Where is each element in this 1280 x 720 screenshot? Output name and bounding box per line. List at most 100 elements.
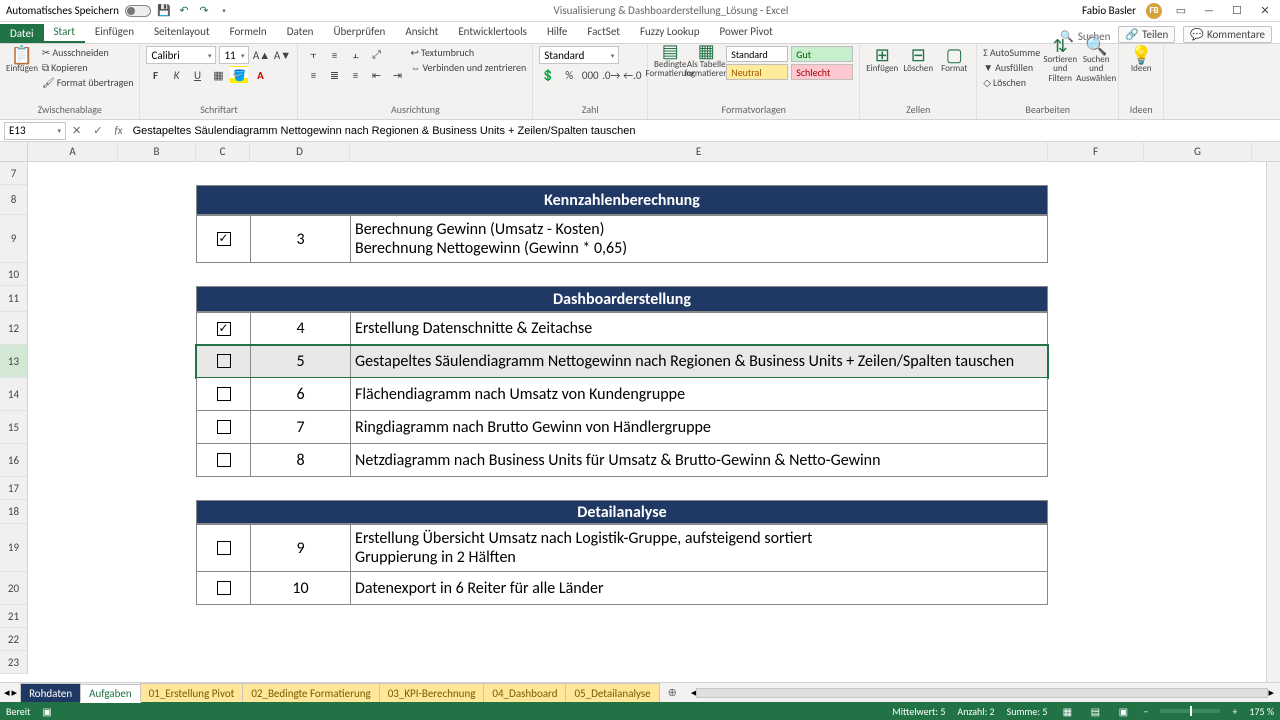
- font-size-select[interactable]: 11▾: [219, 46, 249, 64]
- tab-factset[interactable]: FactSet: [577, 22, 630, 43]
- merge-center-button[interactable]: ⇔Verbinden und zentrieren: [410, 61, 526, 74]
- row-header-18[interactable]: 18: [0, 500, 27, 524]
- tab-ansicht[interactable]: Ansicht: [395, 22, 448, 43]
- task-row[interactable]: 6Flächendiagramm nach Umsatz von Kundeng…: [196, 378, 1048, 411]
- task-row[interactable]: 9Erstellung Übersicht Umsatz nach Logist…: [196, 524, 1048, 572]
- checkbox[interactable]: ✓: [217, 322, 231, 336]
- percent-button[interactable]: %: [560, 66, 578, 84]
- ribbon-display-options-icon[interactable]: ▭: [1172, 4, 1190, 18]
- share-button[interactable]: 🔗Teilen: [1118, 26, 1175, 43]
- zoom-out-button[interactable]: −: [1143, 705, 1148, 718]
- horizontal-scrollbar[interactable]: ◂▸: [685, 683, 1280, 702]
- row-header-17[interactable]: 17: [0, 477, 27, 500]
- cut-button[interactable]: ✂Ausschneiden: [42, 46, 133, 59]
- redo-icon[interactable]: ↷: [197, 4, 211, 18]
- close-icon[interactable]: ✕: [1256, 4, 1274, 18]
- macro-record-icon[interactable]: ▣: [42, 705, 51, 718]
- formula-input[interactable]: [129, 122, 1280, 140]
- name-box[interactable]: E13▾: [4, 122, 66, 140]
- row-header-20[interactable]: 20: [0, 572, 27, 605]
- currency-button[interactable]: 💲: [539, 66, 557, 84]
- worksheet-grid[interactable]: 7891011121314151617181920212223 ABCDEFG …: [0, 142, 1280, 682]
- qat-customize-icon[interactable]: ▾: [217, 4, 231, 18]
- row-header-10[interactable]: 10: [0, 263, 27, 286]
- cell-style-schlecht[interactable]: Schlecht: [791, 64, 853, 80]
- format-painter-button[interactable]: 🖌Format übertragen: [42, 76, 133, 89]
- maximize-icon[interactable]: ☐: [1228, 4, 1246, 18]
- normal-view-icon[interactable]: ▦: [1059, 704, 1075, 718]
- zoom-in-button[interactable]: +: [1232, 705, 1237, 718]
- new-sheet-button[interactable]: ⊕: [660, 683, 685, 702]
- orientation-icon[interactable]: ⤢: [367, 46, 385, 64]
- increase-decimal-icon[interactable]: .0→: [602, 66, 620, 84]
- find-select-button[interactable]: 🔍Suchen und Auswählen: [1080, 46, 1112, 74]
- task-row[interactable]: 5Gestapeltes Säulendiagramm Nettogewinn …: [196, 345, 1048, 378]
- decrease-decimal-icon[interactable]: ←.0: [623, 66, 641, 84]
- column-header-E[interactable]: E: [350, 142, 1048, 161]
- tab-hilfe[interactable]: Hilfe: [537, 22, 577, 43]
- row-header-8[interactable]: 8: [0, 185, 27, 215]
- fill-color-button[interactable]: 🪣: [230, 66, 248, 84]
- enter-formula-icon[interactable]: ✓: [87, 124, 108, 137]
- tab-entwicklertools[interactable]: Entwicklertools: [448, 22, 537, 43]
- zoom-level[interactable]: 175 %: [1249, 705, 1274, 718]
- column-header-F[interactable]: F: [1048, 142, 1144, 161]
- indent-decrease-icon[interactable]: ⇤: [367, 66, 385, 84]
- page-layout-view-icon[interactable]: ▤: [1087, 704, 1103, 718]
- comments-button[interactable]: 💬Kommentare: [1183, 26, 1272, 43]
- tab-daten[interactable]: Daten: [277, 22, 324, 43]
- tab-einfügen[interactable]: Einfügen: [85, 22, 144, 43]
- vertical-scrollbar[interactable]: [1266, 162, 1280, 682]
- number-format-select[interactable]: Standard▾: [539, 46, 619, 64]
- tab-formeln[interactable]: Formeln: [220, 22, 277, 43]
- row-header-21[interactable]: 21: [0, 605, 27, 628]
- select-all-corner[interactable]: [0, 142, 28, 162]
- font-name-select[interactable]: Calibri▾: [146, 46, 216, 64]
- task-row[interactable]: 7Ringdiagramm nach Brutto Gewinn von Hän…: [196, 411, 1048, 444]
- row-header-12[interactable]: 12: [0, 312, 27, 345]
- column-header-A[interactable]: A: [28, 142, 118, 161]
- tab-start[interactable]: Start: [44, 22, 85, 43]
- cell-style-standard[interactable]: Standard: [726, 46, 788, 62]
- paste-button[interactable]: 📋Einfügen: [6, 46, 38, 74]
- tab-file[interactable]: Datei: [0, 24, 44, 43]
- sheet-tab[interactable]: 02_Bedingte Formatierung: [242, 683, 379, 702]
- sort-filter-button[interactable]: ⇅Sortieren und Filtern: [1044, 46, 1076, 74]
- row-header-9[interactable]: 9: [0, 215, 27, 263]
- align-left-icon[interactable]: ≡: [304, 66, 322, 84]
- border-button[interactable]: ▦: [209, 66, 227, 84]
- checkbox[interactable]: [217, 420, 231, 434]
- sheet-tab[interactable]: Aufgaben: [80, 684, 140, 703]
- increase-font-icon[interactable]: A▲: [252, 46, 270, 64]
- task-row[interactable]: ✓3Berechnung Gewinn (Umsatz - Kosten)Ber…: [196, 215, 1048, 263]
- cell-style-neutral[interactable]: Neutral: [726, 64, 788, 80]
- format-as-table-button[interactable]: ▦Als Tabelle formatieren: [690, 46, 722, 74]
- tab-überprüfen[interactable]: Überprüfen: [323, 22, 395, 43]
- column-header-B[interactable]: B: [118, 142, 196, 161]
- row-header-23[interactable]: 23: [0, 651, 27, 674]
- column-header-D[interactable]: D: [250, 142, 350, 161]
- align-right-icon[interactable]: ≡: [346, 66, 364, 84]
- zoom-slider[interactable]: [1160, 709, 1220, 713]
- comma-button[interactable]: 000: [581, 66, 599, 84]
- row-header-13[interactable]: 13: [0, 345, 27, 378]
- align-top-icon[interactable]: ⫟: [304, 46, 322, 64]
- autosum-button[interactable]: ΣAutoSumme: [983, 46, 1040, 59]
- delete-cells-button[interactable]: ⊟Löschen: [902, 46, 934, 74]
- row-header-7[interactable]: 7: [0, 162, 27, 185]
- cancel-formula-icon[interactable]: ✕: [66, 124, 87, 137]
- row-header-15[interactable]: 15: [0, 411, 27, 444]
- sheet-nav-first-icon[interactable]: ◂: [4, 686, 10, 699]
- task-row[interactable]: 8Netzdiagramm nach Business Units für Um…: [196, 444, 1048, 477]
- autosave-toggle[interactable]: [125, 5, 151, 17]
- tab-power pivot[interactable]: Power Pivot: [709, 22, 782, 43]
- align-center-icon[interactable]: ≣: [325, 66, 343, 84]
- tab-seitenlayout[interactable]: Seitenlayout: [144, 22, 220, 43]
- checkbox[interactable]: [217, 354, 231, 368]
- sheet-tab[interactable]: 01_Erstellung Pivot: [140, 683, 244, 702]
- underline-button[interactable]: U: [188, 66, 206, 84]
- cell-style-gut[interactable]: Gut: [791, 46, 853, 62]
- column-header-C[interactable]: C: [196, 142, 250, 161]
- conditional-formatting-button[interactable]: ▤Bedingte Formatierung: [654, 46, 686, 74]
- format-cells-button[interactable]: ▢Format: [938, 46, 970, 74]
